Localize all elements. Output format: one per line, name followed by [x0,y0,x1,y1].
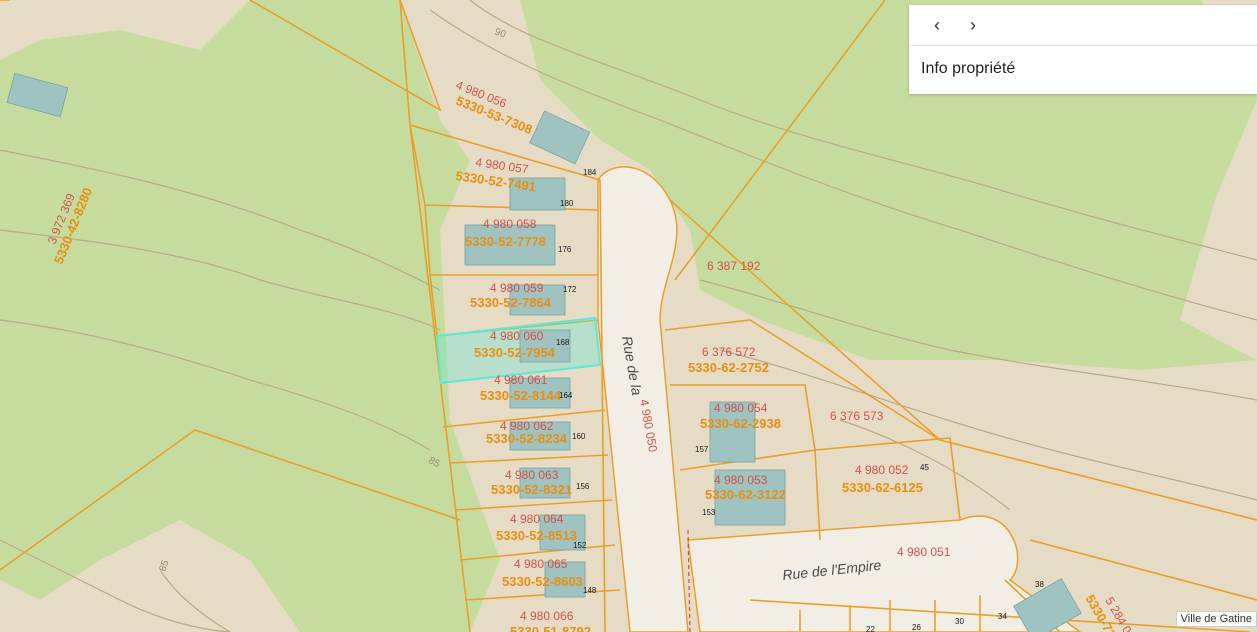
map-canvas[interactable]: 4 980 056 5330-53-7308 4 980 057 5330-52… [0,0,1257,632]
lot-number: 4 980 065 [514,557,568,571]
lot-matricule: 5330-52-8513 [496,528,577,543]
lot-number: 4 980 051 [897,545,951,559]
civic-number: 30 [955,617,964,626]
panel-title: Info propriété [921,60,1016,77]
lot-number: 4 980 058 [483,217,537,231]
civic-number: 148 [583,586,597,595]
lot-number: 4 980 052 [855,463,909,477]
lot-matricule: 5330-52-7864 [470,295,552,310]
lot-matricule: 5330-52-8144 [480,388,562,403]
lot-matricule: 5330-62-2938 [700,416,781,431]
lot-number: 4 980 060 [490,329,544,343]
civic-number: 152 [573,541,587,550]
civic-number: 45 [920,463,929,472]
forest-area-west [0,0,500,632]
panel-nav: ‹ › [909,5,1257,46]
chevron-right-icon: › [970,14,976,35]
lot-matricule: 5330-52-8603 [502,574,583,589]
lot-number: 4 980 053 [714,473,768,487]
civic-number: 34 [998,612,1007,621]
civic-number: 22 [866,625,875,632]
lot-number: 4 980 059 [490,281,544,295]
civic-number: 156 [576,482,590,491]
civic-number: 184 [583,168,597,177]
civic-number: 172 [563,285,577,294]
civic-number: 38 [1035,580,1044,589]
lot-matricule: 5330-62-3122 [705,487,786,502]
lot-matricule: 5330-52-7954 [474,345,556,360]
prev-button[interactable]: ‹ [919,10,955,40]
civic-number: 164 [559,391,573,400]
next-button[interactable]: › [955,10,991,40]
lot-matricule: 5330-62-2752 [688,360,769,375]
lot-matricule: 5330-51-8792 [510,624,591,632]
civic-number: 180 [560,199,574,208]
civic-number: 157 [695,445,709,454]
lot-matricule: 5330-52-8321 [491,482,572,497]
lot-number: 4 980 066 [520,609,574,623]
lot-number: 4 980 054 [714,401,768,415]
lot-matricule: 5330-52-8234 [486,431,568,446]
lot-number: 6 376 573 [830,409,884,423]
civic-number: 160 [572,432,586,441]
map-attribution[interactable]: Ville de Gatine [1175,611,1257,627]
civic-number: 26 [912,623,921,632]
lot-matricule: 5330-52-7778 [465,234,546,249]
civic-number: 153 [702,508,716,517]
lot-matricule: 5330-62-6125 [842,480,923,495]
lot-number: 4 980 063 [505,468,559,482]
lot-number: 6 376 572 [702,345,756,359]
lot-number: 4 980 061 [494,373,548,387]
info-panel: ‹ › Info propriété [909,5,1257,94]
chevron-left-icon: ‹ [934,14,940,35]
civic-number: 168 [556,338,570,347]
lot-number: 6 387 192 [707,259,761,273]
civic-number: 176 [558,245,572,254]
lot-number: 4 980 064 [510,512,564,526]
